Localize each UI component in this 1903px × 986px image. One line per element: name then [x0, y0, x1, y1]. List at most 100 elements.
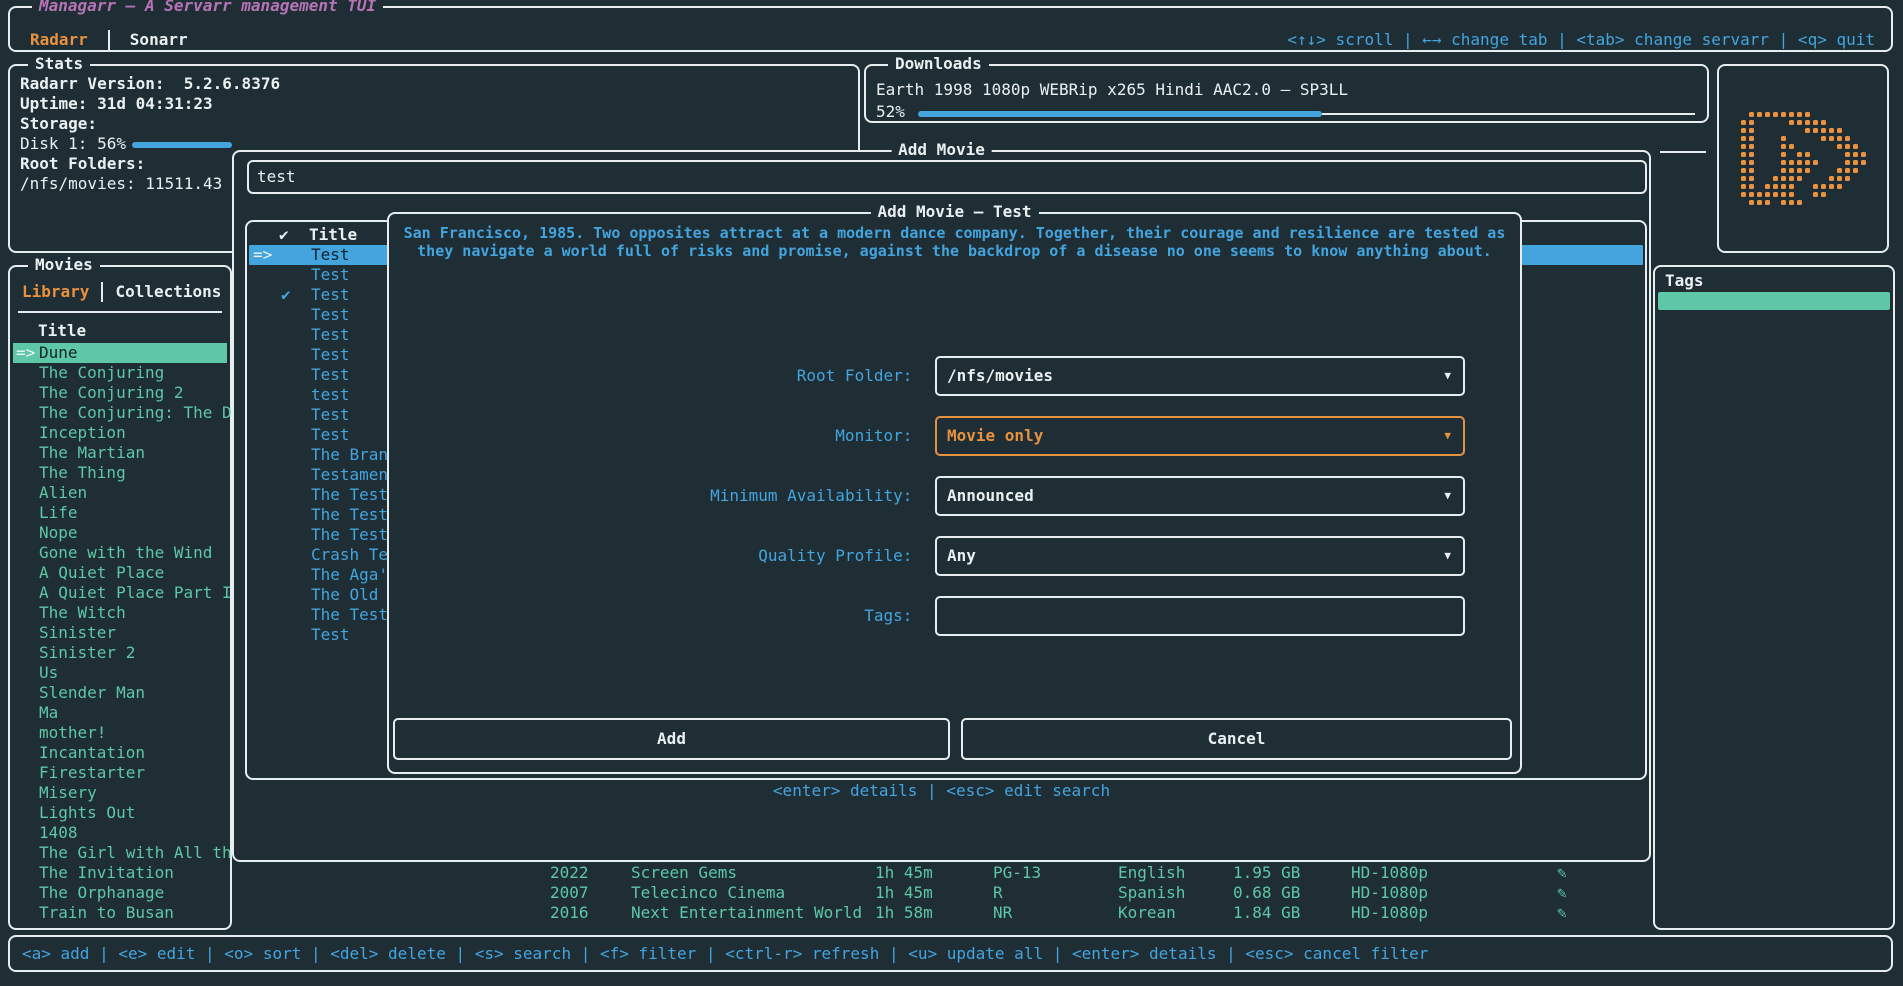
- library-tabs: Library Collections: [22, 281, 247, 303]
- app-title: Managarr – A Servarr management TUI: [32, 0, 383, 15]
- download-percent: 52%: [876, 102, 905, 121]
- movie-list-item[interactable]: Gone with the Wind: [13, 543, 227, 563]
- result-title: The Bran: [311, 445, 388, 465]
- movie-title: Sinister 2: [39, 643, 135, 663]
- tab-library[interactable]: Library: [22, 281, 89, 303]
- movie-title: A Quiet Place Part II: [39, 583, 241, 603]
- border-fragment: [1660, 151, 1706, 153]
- movie-title: Slender Man: [39, 683, 145, 703]
- movie-list-item[interactable]: 1408: [13, 823, 227, 843]
- cancel-button[interactable]: Cancel: [961, 718, 1512, 760]
- movie-list-item[interactable]: The Conjuring: The De: [13, 403, 227, 423]
- logo-row: [1731, 175, 1875, 183]
- field-label: Minimum Availability:: [389, 476, 922, 516]
- selection-arrow-icon: =>: [16, 343, 35, 363]
- movie-list-item[interactable]: Us: [13, 663, 227, 683]
- logo-row: [1731, 183, 1875, 191]
- movie-list-item[interactable]: Slender Man: [13, 683, 227, 703]
- movie-list-item[interactable]: The Girl with All the: [13, 843, 227, 863]
- movie-title: Gone with the Wind: [39, 543, 212, 563]
- result-title: The Test: [311, 485, 388, 505]
- field-quality-profile[interactable]: Any ▼: [935, 536, 1465, 576]
- result-title: Test: [311, 345, 350, 365]
- field-minimum-availability[interactable]: Announced▼: [935, 476, 1465, 516]
- movie-title: The Conjuring: [39, 363, 164, 383]
- table-cell-size: 1.84 GB: [1233, 903, 1300, 923]
- movie-list-item[interactable]: A Quiet Place: [13, 563, 227, 583]
- chevron-down-icon: ▼: [1444, 358, 1451, 394]
- stats-title: Stats: [28, 54, 90, 73]
- result-title: Test: [311, 425, 350, 445]
- table-cell-year: 2016: [550, 903, 589, 923]
- movie-list-item[interactable]: The Witch: [13, 603, 227, 623]
- movie-list-item[interactable]: Sinister 2: [13, 643, 227, 663]
- movie-list-item[interactable]: The Conjuring 2: [13, 383, 227, 403]
- result-title: Test: [311, 325, 350, 345]
- field-root-folder[interactable]: /nfs/movies▼: [935, 356, 1465, 396]
- field-monitor[interactable]: Movie only▼: [935, 416, 1465, 456]
- movie-title: The Girl with All the: [39, 843, 241, 863]
- field-tags[interactable]: [935, 596, 1465, 636]
- result-title: Test: [311, 305, 350, 325]
- movie-list-item[interactable]: The Thing: [13, 463, 227, 483]
- result-title: Test: [311, 405, 350, 425]
- table-cell-studio: Screen Gems: [631, 863, 737, 883]
- movie-overview-line1: San Francisco, 1985. Two opposites attra…: [397, 224, 1512, 242]
- movie-list-item[interactable]: Incantation: [13, 743, 227, 763]
- movie-list-item[interactable]: Lights Out: [13, 803, 227, 823]
- movie-list-item[interactable]: Nope: [13, 523, 227, 543]
- stat-line: Uptime: 31d 04:31:23: [20, 94, 850, 114]
- result-title: Test: [311, 625, 350, 645]
- tabs-separator: [18, 311, 222, 313]
- tab-radarr[interactable]: Radarr: [22, 28, 96, 52]
- movie-list-item[interactable]: Alien: [13, 483, 227, 503]
- monitored-check-icon: ✔: [281, 285, 291, 305]
- movie-list-item[interactable]: Sinister: [13, 623, 227, 643]
- movie-title: 1408: [39, 823, 78, 843]
- movies-column-header: Title: [38, 321, 86, 341]
- tab-collections[interactable]: Collections: [115, 281, 221, 303]
- movie-list-item[interactable]: The Orphanage: [13, 883, 227, 903]
- movie-list-item[interactable]: Misery: [13, 783, 227, 803]
- table-cell-language: Spanish: [1118, 883, 1185, 903]
- movie-title: The Invitation: [39, 863, 174, 883]
- modal-title: Add Movie – Test: [870, 202, 1038, 221]
- download-progress-bar: [918, 111, 1695, 117]
- movies-title: Movies: [28, 255, 100, 274]
- edit-pencil-icon[interactable]: ✎: [1557, 903, 1567, 923]
- tab-sonarr[interactable]: Sonarr: [122, 28, 196, 52]
- table-cell-rating: R: [993, 883, 1003, 903]
- chevron-down-icon: ▼: [1444, 478, 1451, 514]
- movie-list-item[interactable]: The Invitation: [13, 863, 227, 883]
- movie-list-item[interactable]: Firestarter: [13, 763, 227, 783]
- movie-title: Ma: [39, 703, 58, 723]
- movie-title: The Orphanage: [39, 883, 164, 903]
- stat-text: Storage:: [20, 114, 97, 133]
- field-label: Quality Profile:: [389, 536, 922, 576]
- result-title: Crash Te: [311, 545, 388, 565]
- movie-list-item[interactable]: mother!: [13, 723, 227, 743]
- movie-list-item[interactable]: Train to Busan: [13, 903, 227, 923]
- movie-search-input[interactable]: test: [247, 160, 1647, 194]
- movie-list-item[interactable]: Ma: [13, 703, 227, 723]
- add-button[interactable]: Add: [393, 718, 950, 760]
- field-value: Any: [947, 538, 976, 574]
- edit-pencil-icon[interactable]: ✎: [1557, 883, 1567, 903]
- table-cell-year: 2022: [550, 863, 589, 883]
- movie-list-item[interactable]: The Conjuring: [13, 363, 227, 383]
- logo-row: [1731, 143, 1875, 151]
- add-movie-modal: Add Movie – Test San Francisco, 1985. Tw…: [387, 212, 1522, 774]
- movie-list-item[interactable]: The Martian: [13, 443, 227, 463]
- movie-title: Nope: [39, 523, 78, 543]
- tags-column-header: Tags: [1665, 271, 1704, 291]
- movie-list-item[interactable]: =>Dune: [13, 343, 227, 363]
- movie-list-item[interactable]: Inception: [13, 423, 227, 443]
- movie-title: Misery: [39, 783, 97, 803]
- edit-pencil-icon[interactable]: ✎: [1557, 863, 1567, 883]
- stat-text: Uptime: 31d 04:31:23: [20, 94, 213, 113]
- movie-list-item[interactable]: A Quiet Place Part II: [13, 583, 227, 603]
- movie-list-item[interactable]: Life: [13, 503, 227, 523]
- movie-title: A Quiet Place: [39, 563, 164, 583]
- result-title: The Test: [311, 525, 388, 545]
- chevron-down-icon: ▼: [1444, 538, 1451, 574]
